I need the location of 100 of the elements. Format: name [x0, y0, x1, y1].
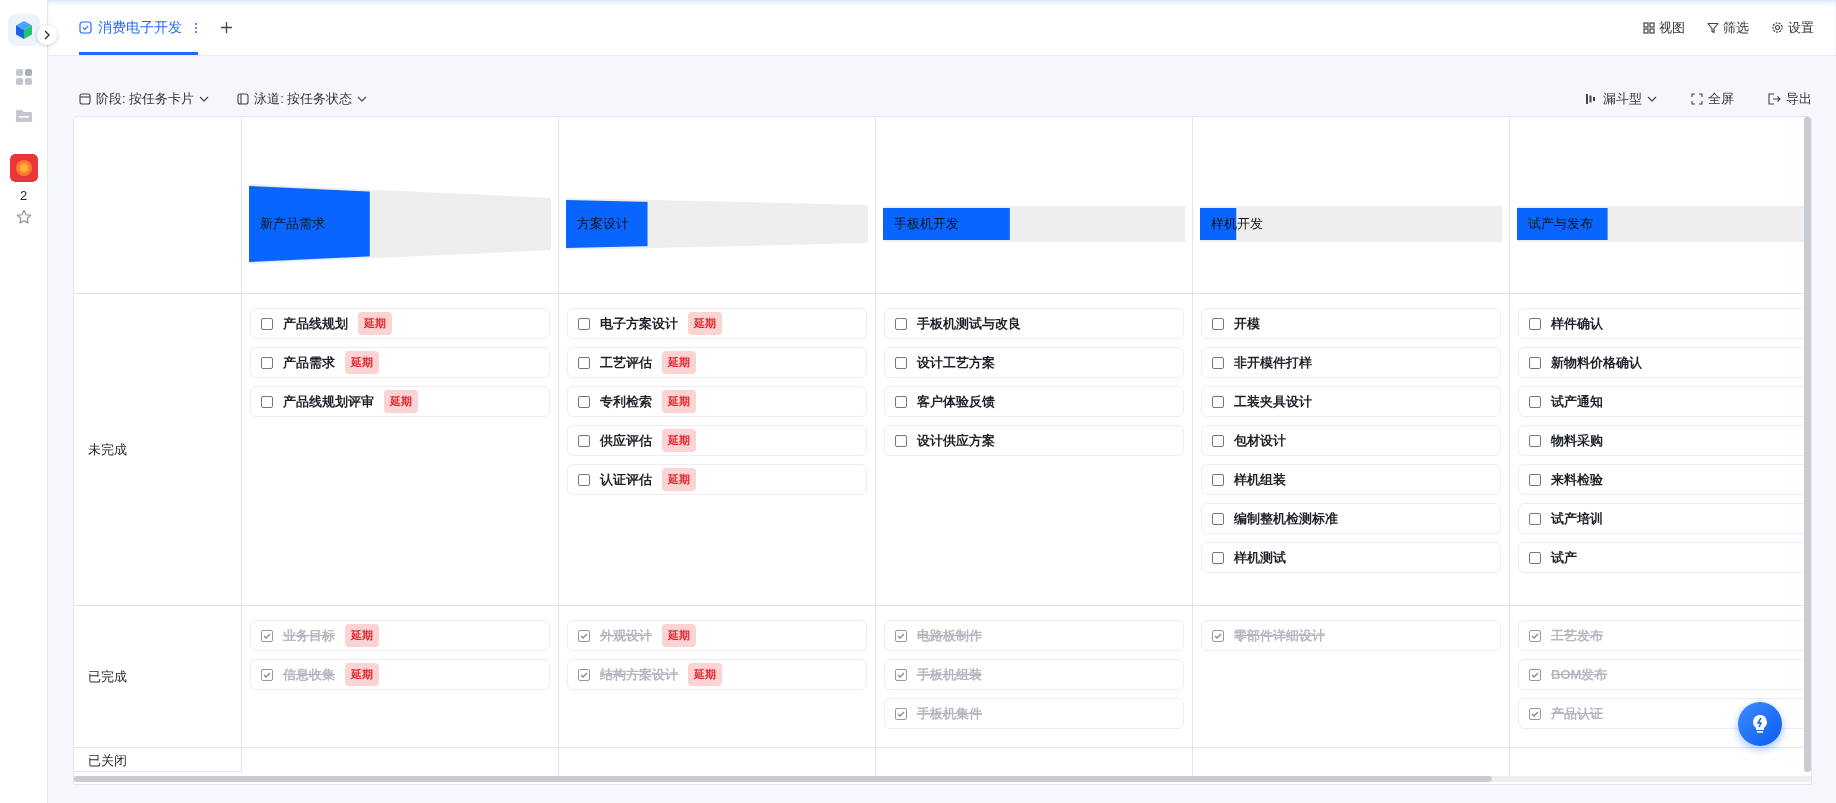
checkbox[interactable]: [895, 668, 907, 681]
checkbox[interactable]: [895, 317, 907, 330]
task-card[interactable]: 设计供应方案: [884, 425, 1184, 456]
checkbox[interactable]: [1529, 629, 1541, 642]
checkbox[interactable]: [1212, 395, 1224, 408]
avatar-icon[interactable]: [9, 154, 38, 182]
checkbox[interactable]: [1212, 317, 1224, 330]
checkbox[interactable]: [578, 395, 590, 408]
task-title: 电子方案设计: [600, 314, 678, 333]
board-tab[interactable]: 消费电子开发: [79, 0, 198, 55]
task-title: 认证评估: [600, 470, 652, 489]
task-card[interactable]: 工装夹具设计: [1201, 386, 1501, 417]
checkbox[interactable]: [895, 356, 907, 369]
fullscreen-button[interactable]: 全屏: [1685, 90, 1734, 108]
chart-type-dropdown[interactable]: 漏斗型: [1579, 90, 1657, 108]
cube-logo-icon[interactable]: [7, 14, 40, 46]
checkbox[interactable]: [261, 668, 273, 681]
checkbox[interactable]: [261, 395, 273, 408]
task-card[interactable]: 编制整机检测标准: [1201, 503, 1501, 534]
export-button[interactable]: 导出: [1762, 90, 1812, 108]
checkbox[interactable]: [261, 356, 273, 369]
checkbox[interactable]: [1529, 707, 1541, 720]
task-title: 信息收集: [283, 665, 335, 684]
stage-dropdown[interactable]: 阶段: 按任务卡片: [73, 90, 210, 108]
overdue-tag: 延期: [345, 624, 379, 647]
vertical-scrollbar[interactable]: [1804, 117, 1811, 772]
checkbox[interactable]: [1212, 512, 1224, 525]
task-card[interactable]: 产品线规划评审 延期: [250, 386, 550, 417]
add-tab-icon[interactable]: [220, 21, 233, 34]
columns-icon: [237, 93, 250, 105]
task-title: 来料检验: [1551, 470, 1603, 489]
checkbox[interactable]: [895, 434, 907, 447]
task-card[interactable]: 手板机测试与改良: [884, 308, 1184, 339]
checkbox[interactable]: [1212, 434, 1224, 447]
task-title: 样机测试: [1234, 548, 1286, 567]
task-title: 样机组装: [1234, 470, 1286, 489]
horizontal-scrollbar[interactable]: [74, 776, 1811, 782]
checkbox[interactable]: [261, 317, 273, 330]
task-card[interactable]: 开模: [1201, 308, 1501, 339]
checkbox[interactable]: [1529, 317, 1541, 330]
task-card[interactable]: 客户体验反馈: [884, 386, 1184, 417]
lane-dropdown[interactable]: 泳道: 按任务状态: [231, 90, 368, 108]
checkbox[interactable]: [261, 629, 273, 642]
checkbox[interactable]: [1529, 434, 1541, 447]
checkbox[interactable]: [578, 629, 590, 642]
checkbox[interactable]: [895, 395, 907, 408]
task-card[interactable]: 工艺评估 延期: [567, 347, 867, 378]
task-card[interactable]: 电子方案设计 延期: [567, 308, 867, 339]
task-title: 产品线规划: [283, 314, 348, 333]
checkbox[interactable]: [578, 317, 590, 330]
checkbox[interactable]: [1529, 551, 1541, 564]
task-card[interactable]: 样机组装: [1201, 464, 1501, 495]
task-title: 手板机集件: [917, 704, 982, 723]
task-card[interactable]: 包材设计: [1201, 425, 1501, 456]
task-title: 编制整机检测标准: [1234, 509, 1338, 528]
checkbox[interactable]: [1212, 356, 1224, 369]
checkbox[interactable]: [1529, 356, 1541, 369]
task-title: 手板机组装: [917, 665, 982, 684]
task-card[interactable]: 专利检索 延期: [567, 386, 867, 417]
checkbox[interactable]: [578, 473, 590, 486]
task-title: 设计工艺方案: [917, 353, 995, 372]
task-card[interactable]: 产品需求 延期: [250, 347, 550, 378]
checkbox[interactable]: [1212, 473, 1224, 486]
checkbox[interactable]: [895, 629, 907, 642]
checkbox[interactable]: [1529, 668, 1541, 681]
star-icon[interactable]: [15, 209, 32, 225]
task-card[interactable]: 结构方案设计 延期: [567, 659, 867, 690]
checkbox[interactable]: [1529, 473, 1541, 486]
checkbox-icon: [79, 21, 92, 34]
task-card[interactable]: 认证评估 延期: [567, 464, 867, 495]
checkbox[interactable]: [1529, 512, 1541, 525]
task-card[interactable]: 业务目标 延期: [250, 620, 550, 651]
task-card[interactable]: 设计工艺方案: [884, 347, 1184, 378]
task-card[interactable]: 产品线规划 延期: [250, 308, 550, 339]
checkbox[interactable]: [1212, 629, 1224, 642]
checkbox[interactable]: [578, 668, 590, 681]
task-title: 零部件详细设计: [1234, 626, 1325, 645]
task-card[interactable]: 外观设计 延期: [567, 620, 867, 651]
task-title: 试产: [1551, 548, 1577, 567]
checkbox[interactable]: [578, 356, 590, 369]
checkbox[interactable]: [1529, 395, 1541, 408]
task-title: 外观设计: [600, 626, 652, 645]
toolbar-action[interactable]: 视图: [1643, 0, 1685, 55]
toolbar-action[interactable]: 设置: [1771, 0, 1814, 55]
chevron-down-icon: [1647, 96, 1657, 102]
count-label: 2: [19, 188, 28, 203]
checkbox[interactable]: [578, 434, 590, 447]
checkbox[interactable]: [1212, 551, 1224, 564]
task-title: 非开模件打样: [1234, 353, 1312, 372]
task-card[interactable]: 供应评估 延期: [567, 425, 867, 456]
task-card[interactable]: 信息收集 延期: [250, 659, 550, 690]
checkbox[interactable]: [895, 707, 907, 720]
overdue-tag: 延期: [345, 351, 379, 374]
task-card[interactable]: 样机测试: [1201, 542, 1501, 573]
task-title: 产品线规划评审: [283, 392, 374, 411]
task-card[interactable]: 非开模件打样: [1201, 347, 1501, 378]
toolbar-action[interactable]: 筛选: [1707, 0, 1749, 55]
task-title: 工艺评估: [600, 353, 652, 372]
overdue-tag: 延期: [384, 390, 418, 413]
overdue-tag: 延期: [662, 624, 696, 647]
